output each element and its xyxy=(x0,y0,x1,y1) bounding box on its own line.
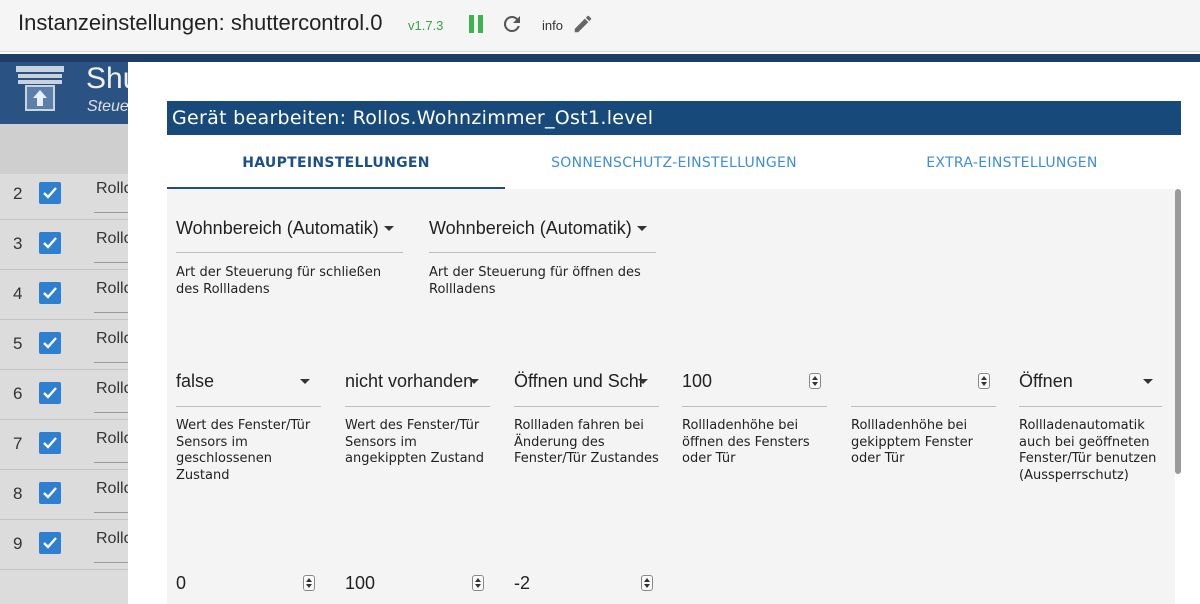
field-label: Rollladen fahren bei Änderung des Fenste… xyxy=(514,418,659,466)
row-number: 4 xyxy=(13,284,23,303)
row-name: Rollo xyxy=(96,230,133,247)
input-value: 100 xyxy=(345,573,376,593)
sensor-closed-value-select[interactable]: false Wert des Fenster/Tür Sensors im ge… xyxy=(176,368,321,508)
table-row: 2 Rollo xyxy=(0,170,132,220)
row-number: 8 xyxy=(13,484,23,503)
table-row: 6 Rollo xyxy=(0,370,132,420)
field-label: Art der Steuerung für öffnen des Rolllad… xyxy=(429,265,641,297)
version-badge: v1.7.3 xyxy=(408,18,444,33)
select-value: Wohnbereich (Automatik) xyxy=(176,218,379,238)
lockout-protection-select[interactable]: Öffnen Rollladenautomatik auch bei geöff… xyxy=(1019,368,1162,508)
page-title: Instanzeinstellungen: shuttercontrol.0 xyxy=(18,10,383,35)
table-header xyxy=(0,124,128,174)
instance-header: Instanzeinstellungen: shuttercontrol.0 v… xyxy=(0,0,1200,52)
row-checkbox[interactable] xyxy=(39,382,61,404)
info-link[interactable]: info xyxy=(542,18,563,33)
open-control-type-select[interactable]: Wohnbereich (Automatik) Art der Steuerun… xyxy=(429,215,656,305)
row-number: 6 xyxy=(13,384,23,403)
chevron-down-icon xyxy=(384,226,394,231)
row-checkbox[interactable] xyxy=(39,182,61,204)
edit-device-modal: Gerät bearbeiten: Rollos.Wohnzimmer_Ost1… xyxy=(128,62,1200,604)
chevron-down-icon xyxy=(300,379,310,384)
chevron-down-icon xyxy=(469,379,479,384)
number-spinner-icon[interactable] xyxy=(472,575,484,591)
table-row: 5 Rollo xyxy=(0,320,132,370)
scrollbar[interactable] xyxy=(1175,189,1181,474)
field-label: Art der Steuerung für schließen des Roll… xyxy=(176,265,382,297)
sensor-tilted-value-select[interactable]: nicht vorhanden Wert des Fenster/Tür Sen… xyxy=(345,368,490,508)
settings-panel: Wohnbereich (Automatik) Art der Steuerun… xyxy=(167,189,1175,604)
select-value: nicht vorhanden xyxy=(345,371,473,391)
row-number: 7 xyxy=(13,434,23,453)
row-name: Rollo xyxy=(96,480,133,497)
select-value: Wohnbereich (Automatik) xyxy=(429,218,632,238)
table-row: 3 Rollo xyxy=(0,220,132,270)
number-spinner-icon[interactable] xyxy=(641,575,653,591)
row-name: Rollo xyxy=(96,180,133,197)
reload-icon[interactable] xyxy=(500,12,524,36)
row-name: Rollo xyxy=(96,330,133,347)
select-value: Öffnen xyxy=(1019,371,1073,391)
table-row: 4 Rollo xyxy=(0,270,132,320)
row-checkbox[interactable] xyxy=(39,482,61,504)
number-spinner-icon[interactable] xyxy=(303,575,315,591)
input-value: -2 xyxy=(514,573,531,593)
chevron-down-icon xyxy=(637,226,647,231)
row-number: 9 xyxy=(13,534,23,553)
number-spinner-icon[interactable] xyxy=(809,373,821,389)
row-name: Rollo xyxy=(96,280,133,297)
tab-extra-settings[interactable]: EXTRA-EINSTELLUNGEN xyxy=(843,135,1181,189)
field-label: Wert des Fenster/Tür Sensors im geschlos… xyxy=(176,418,311,483)
app-subtitle: Steue xyxy=(87,98,129,115)
pause-icon[interactable] xyxy=(468,15,484,33)
row-number: 3 xyxy=(13,234,23,253)
number-input[interactable]: 0 xyxy=(176,570,321,604)
nav-strip xyxy=(0,54,1200,62)
shutter-logo-icon xyxy=(16,66,64,111)
field-label: Rollladenhöhe bei gekipptem Fenster oder… xyxy=(851,418,974,466)
table-row: 7 Rollo xyxy=(0,420,132,470)
select-value: Öffnen und Schl xyxy=(514,371,643,391)
row-name: Rollo xyxy=(96,530,133,547)
table-row: 9 Rollo xyxy=(0,520,132,570)
row-number: 5 xyxy=(13,334,23,353)
tilted-window-height-input[interactable]: Rollladenhöhe bei gekipptem Fenster oder… xyxy=(851,368,996,508)
input-value: 100 xyxy=(682,371,713,391)
tab-main-settings[interactable]: HAUPTEINSTELLUNGEN xyxy=(167,135,505,189)
select-value: false xyxy=(176,371,215,391)
close-control-type-select[interactable]: Wohnbereich (Automatik) Art der Steuerun… xyxy=(176,215,403,305)
number-input[interactable]: -2 xyxy=(514,570,659,604)
row-name: Rollo xyxy=(96,430,133,447)
field-label: Rollladenautomatik auch bei geöffneten F… xyxy=(1019,418,1157,483)
row-name: Rollo xyxy=(96,380,133,397)
open-window-height-input[interactable]: 100 Rollladenhöhe bei öffnen des Fenster… xyxy=(682,368,827,508)
row-checkbox[interactable] xyxy=(39,532,61,554)
tab-sun-protection-settings[interactable]: SONNENSCHUTZ-EINSTELLUNGEN xyxy=(505,135,843,189)
row-checkbox[interactable] xyxy=(39,432,61,454)
edit-icon[interactable] xyxy=(572,13,594,35)
chevron-down-icon xyxy=(1143,379,1153,384)
row-checkbox[interactable] xyxy=(39,332,61,354)
input-value: 0 xyxy=(176,573,187,593)
row-checkbox[interactable] xyxy=(39,232,61,254)
dialog-title: Gerät bearbeiten: Rollos.Wohnzimmer_Ost1… xyxy=(172,107,654,129)
number-input[interactable]: 100 xyxy=(345,570,490,604)
tab-bar: HAUPTEINSTELLUNGEN SONNENSCHUTZ-EINSTELL… xyxy=(167,135,1181,189)
field-label: Wert des Fenster/Tür Sensors im angekipp… xyxy=(345,418,485,466)
field-label: Rollladenhöhe bei öffnen des Fensters od… xyxy=(682,418,810,466)
chevron-down-icon xyxy=(638,379,648,384)
dialog-title-bar: Gerät bearbeiten: Rollos.Wohnzimmer_Ost1… xyxy=(167,101,1181,135)
table-row: 8 Rollo xyxy=(0,470,132,520)
window-change-behavior-select[interactable]: Öffnen und Schl Rollladen fahren bei Änd… xyxy=(514,368,659,508)
row-number: 2 xyxy=(13,184,23,203)
row-checkbox[interactable] xyxy=(39,282,61,304)
number-spinner-icon[interactable] xyxy=(978,373,990,389)
